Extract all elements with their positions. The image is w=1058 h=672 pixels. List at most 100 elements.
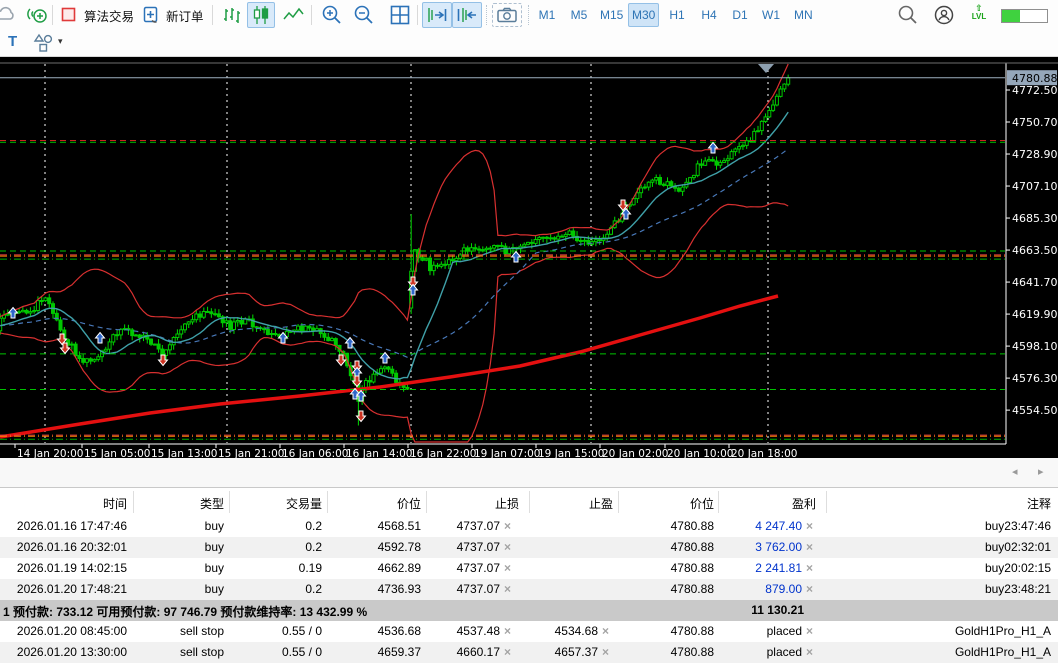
close-icon[interactable]: × (602, 624, 609, 638)
close-icon[interactable]: × (806, 561, 813, 575)
close-icon[interactable]: × (504, 540, 511, 554)
column-divider (618, 491, 619, 513)
column-header[interactable]: 交易量 (286, 495, 322, 512)
toolbar-separator (212, 5, 213, 25)
algo-trading-button[interactable]: 算法交易 (60, 0, 134, 30)
scroll-right-icon[interactable]: ▸ (1038, 465, 1044, 478)
cell-take-profit: 4534.68 (554, 624, 598, 638)
timeframe-H4[interactable]: H4 (696, 3, 722, 27)
camera-icon[interactable] (492, 3, 522, 27)
timeframe-M5[interactable]: M5 (566, 3, 592, 27)
column-header[interactable]: 类型 (200, 495, 224, 512)
shapes-tool-icon[interactable] (32, 32, 56, 59)
level-up-arrow-icon: ⇧ (975, 3, 983, 13)
close-icon[interactable]: × (504, 624, 511, 638)
column-divider (529, 491, 530, 513)
close-icon[interactable]: × (504, 582, 511, 596)
cell-time: 2026.01.20 08:45:00 (16, 624, 127, 638)
cell-stop-loss: 4737.07 (456, 582, 500, 596)
table-row[interactable]: 2026.01.20 08:45:00 sell stop 0.55 / 0 4536… (0, 621, 1058, 642)
time-tick-label: 19 Jan 07:00 (474, 448, 540, 458)
close-icon[interactable]: × (806, 624, 813, 638)
cell-current-price: 4780.88 (670, 540, 714, 554)
new-order-button[interactable]: 新订单 (141, 0, 204, 30)
price-tick-label: 4576.30 (1012, 372, 1058, 385)
close-icon[interactable]: × (504, 645, 511, 659)
scroll-left-icon[interactable]: ◂ (1012, 465, 1018, 478)
candle-chart-icon[interactable] (247, 2, 275, 28)
table-row[interactable]: 2026.01.20 17:48:21 buy 0.2 4736.93 4737.07 ×… (0, 579, 1058, 600)
account-summary-row[interactable]: 1 预付款: 733.12 可用预付款: 97 746.79 预付款维持率: 1… (0, 600, 1058, 621)
chart-tab-strip: ◂ ▸ (0, 458, 1058, 488)
cloud-icon[interactable] (0, 0, 18, 30)
signal-add-icon[interactable] (25, 0, 49, 30)
auto-scroll-icon[interactable] (422, 2, 452, 28)
table-row[interactable]: 2026.01.19 14:02:15 buy 0.19 4662.89 4737.07… (0, 558, 1058, 579)
time-tick-label: 14 Jan 20:00 (17, 448, 83, 458)
close-icon[interactable]: × (806, 540, 813, 554)
column-header[interactable]: 止盈 (589, 495, 613, 512)
fast-ma-line (0, 111, 789, 380)
toolbar-separator (52, 5, 53, 25)
time-tick-label: 20 Jan 02:00 (602, 448, 668, 458)
time-tick-label: 20 Jan 18:00 (731, 448, 797, 458)
timeframe-D1[interactable]: D1 (727, 3, 753, 27)
close-icon[interactable]: × (806, 582, 813, 596)
timeframe-MN[interactable]: MN (790, 3, 817, 27)
column-header[interactable]: 价位 (690, 495, 714, 512)
price-chart[interactable]: 4772.50 4750.70 4728.90 4707.10 4685.30 4663.… (0, 57, 1058, 460)
timeframe-H1[interactable]: H1 (664, 3, 690, 27)
price-tick-label: 4554.50 (1012, 404, 1058, 417)
column-header[interactable]: 注释 (1027, 495, 1051, 512)
cell-volume: 0.55 / 0 (281, 645, 322, 659)
cell-comment: buy23:48:21 (984, 582, 1051, 596)
cell-current-price: 4780.88 (670, 645, 714, 659)
shapes-dropdown-icon[interactable]: ▾ (58, 36, 63, 47)
table-row[interactable]: 2026.01.16 20:32:01 buy 0.2 4592.78 4737.07 ×… (0, 537, 1058, 558)
close-icon[interactable]: × (504, 519, 511, 533)
trade-marker-up-icon (94, 331, 106, 344)
cell-open-price: 4662.89 (377, 561, 421, 575)
timeframe-M30[interactable]: M30 (628, 3, 660, 27)
line-chart-icon[interactable] (282, 0, 306, 30)
close-icon[interactable]: × (806, 519, 813, 533)
cell-stop-loss: 4537.48 (456, 624, 500, 638)
column-divider (327, 491, 328, 513)
cell-profit: 4 247.40 (755, 519, 802, 533)
table-row[interactable]: 2026.01.16 17:47:46 buy 0.2 4568.51 4737.07 ×… (0, 516, 1058, 537)
window-grid-icon[interactable] (388, 0, 412, 30)
price-tick-label: 4750.70 (1012, 116, 1058, 129)
column-header[interactable]: 价位 (397, 495, 421, 512)
table-row[interactable]: 2026.01.20 13:30:00 sell stop 0.55 / 0 4659… (0, 642, 1058, 663)
cell-type: buy (204, 540, 224, 554)
cell-current-price: 4780.88 (670, 624, 714, 638)
level-indicator[interactable]: ⇧ LVL (966, 3, 992, 22)
close-icon[interactable]: × (602, 645, 609, 659)
new-order-doc-icon (143, 6, 158, 23)
search-icon[interactable] (896, 0, 920, 30)
timeframe-W1[interactable]: W1 (758, 3, 784, 27)
cell-time: 2026.01.16 17:47:46 (16, 519, 127, 533)
cell-open-price: 4592.78 (377, 540, 421, 554)
chart-shift-icon[interactable] (452, 2, 482, 28)
column-header[interactable]: 止损 (495, 495, 519, 512)
text-tool-icon[interactable]: T (8, 33, 17, 50)
column-divider (133, 491, 134, 513)
close-icon[interactable]: × (504, 561, 511, 575)
algo-stop-icon (61, 7, 76, 22)
column-divider (229, 491, 230, 513)
column-header[interactable]: 时间 (103, 495, 127, 512)
cell-profit: placed (766, 624, 802, 638)
cell-profit: 2 241.81 (755, 561, 802, 575)
toolbar-separator (528, 5, 529, 25)
timeframe-M1[interactable]: M1 (534, 3, 560, 27)
cell-type: sell stop (179, 624, 224, 638)
bar-chart-icon[interactable] (221, 0, 243, 30)
account-icon[interactable] (932, 0, 956, 30)
timeframe-M15[interactable]: M15 (596, 3, 627, 27)
close-icon[interactable]: × (806, 645, 813, 659)
column-header[interactable]: 盈利 (792, 495, 816, 512)
zoom-out-icon[interactable] (352, 0, 376, 30)
zoom-in-icon[interactable] (320, 0, 344, 30)
candles-layer (0, 74, 791, 426)
